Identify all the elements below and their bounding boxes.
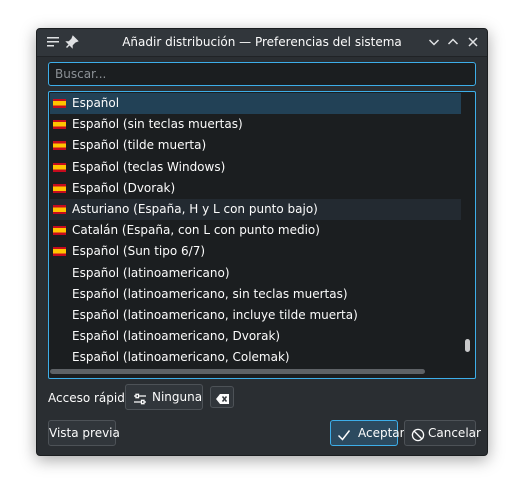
- title-bar: Añadir distribución — Preferencias del s…: [37, 29, 487, 57]
- cancel-label: Cancelar: [428, 426, 481, 440]
- layout-list-item[interactable]: Español: [50, 93, 461, 115]
- spain-flag-icon: [53, 226, 66, 236]
- layout-list-item-label: Español (tilde muerta): [72, 138, 207, 153]
- shortcut-button[interactable]: Ninguna: [125, 384, 203, 410]
- layout-list-item-label: Español (sin teclas muertas): [72, 117, 243, 132]
- layout-list-item[interactable]: Español (Sun tipo 6/7): [50, 241, 461, 262]
- layout-list-item-label: Español (latinoamericano, sin teclas mue…: [72, 286, 348, 301]
- spain-flag-icon: [53, 183, 66, 193]
- window-title: Añadir distribución — Preferencias del s…: [122, 35, 402, 49]
- layout-list-item-label: Catalán (España, con L con punto medio): [72, 223, 320, 238]
- shortcut-value: Ninguna: [152, 390, 203, 404]
- checkmark-icon: [337, 426, 351, 441]
- vertical-scrollbar[interactable]: [462, 93, 474, 365]
- dialog-window: Añadir distribución — Preferencias del s…: [36, 28, 488, 456]
- spain-flag-icon: [53, 247, 66, 257]
- spain-flag-icon: [53, 162, 66, 172]
- layout-list-item-label: Español (latinoamericano, incluye tilde …: [72, 307, 358, 322]
- layout-list-item-label: Español (latinoamericano, Dvorak): [72, 329, 281, 344]
- clear-backspace-icon: [215, 390, 229, 404]
- layout-list[interactable]: Español Español (sin teclas muertas) Españ…: [48, 91, 476, 379]
- layout-list-item-label: Español (latinoamericano): [72, 265, 230, 280]
- cancel-icon: [411, 426, 425, 442]
- layout-list-item[interactable]: Español (sin teclas muertas): [50, 114, 461, 135]
- accept-button[interactable]: Aceptar: [330, 420, 405, 446]
- spain-flag-icon: [53, 141, 66, 151]
- layout-list-item-label: Español (Dvorak): [72, 180, 176, 195]
- layout-list-item[interactable]: Español (latinoamericano, Dvorak): [50, 326, 461, 347]
- layout-list-item-label: Asturiano (España, H y L con punto bajo): [72, 201, 318, 216]
- layout-list-item[interactable]: Español (teclas Windows): [50, 157, 461, 178]
- layout-list-item[interactable]: Asturiano (España, H y L con punto bajo): [50, 198, 461, 221]
- minimize-button[interactable]: [426, 34, 442, 50]
- shortcut-label: Acceso rápido:: [48, 391, 137, 405]
- layout-list-item-label: Español (teclas Windows): [72, 159, 226, 174]
- layout-list-item[interactable]: Español (latinoamericano, sin teclas mue…: [50, 284, 461, 305]
- layout-list-item[interactable]: Español (tilde muerta): [50, 135, 461, 156]
- clear-shortcut-button[interactable]: [210, 386, 234, 408]
- maximize-button[interactable]: [445, 34, 461, 50]
- layout-list-item-label: Español (Sun tipo 6/7): [72, 244, 206, 259]
- horizontal-scrollbar-thumb[interactable]: [50, 369, 425, 374]
- layout-list-items: Español Español (sin teclas muertas) Españ…: [50, 93, 461, 368]
- layout-list-item[interactable]: Catalán (España, con L con punto medio): [50, 220, 461, 241]
- layout-list-item-label: Español: [72, 96, 120, 110]
- spain-flag-icon: [53, 99, 66, 108]
- window-menu-icon[interactable]: [46, 35, 60, 49]
- search-input[interactable]: Buscar...: [48, 62, 476, 86]
- vertical-scrollbar-thumb[interactable]: [465, 339, 470, 352]
- layout-list-item[interactable]: Español (Dvorak): [50, 178, 461, 199]
- accept-label: Aceptar: [358, 426, 405, 440]
- configure-icon: [133, 390, 147, 405]
- layout-list-item[interactable]: Español (latinoamericano, incluye tilde …: [50, 305, 461, 326]
- preview-button[interactable]: Vista previa: [48, 420, 120, 446]
- horizontal-scrollbar[interactable]: [50, 366, 462, 377]
- close-button[interactable]: [465, 34, 481, 50]
- spain-flag-icon: [53, 120, 66, 130]
- pin-icon[interactable]: [65, 35, 79, 49]
- layout-list-item-label: Español (latinoamericano, Colemak): [72, 350, 290, 365]
- cancel-button[interactable]: Cancelar: [404, 420, 481, 446]
- spain-flag-icon: [53, 204, 66, 214]
- layout-list-item[interactable]: Español (latinoamericano): [50, 263, 461, 284]
